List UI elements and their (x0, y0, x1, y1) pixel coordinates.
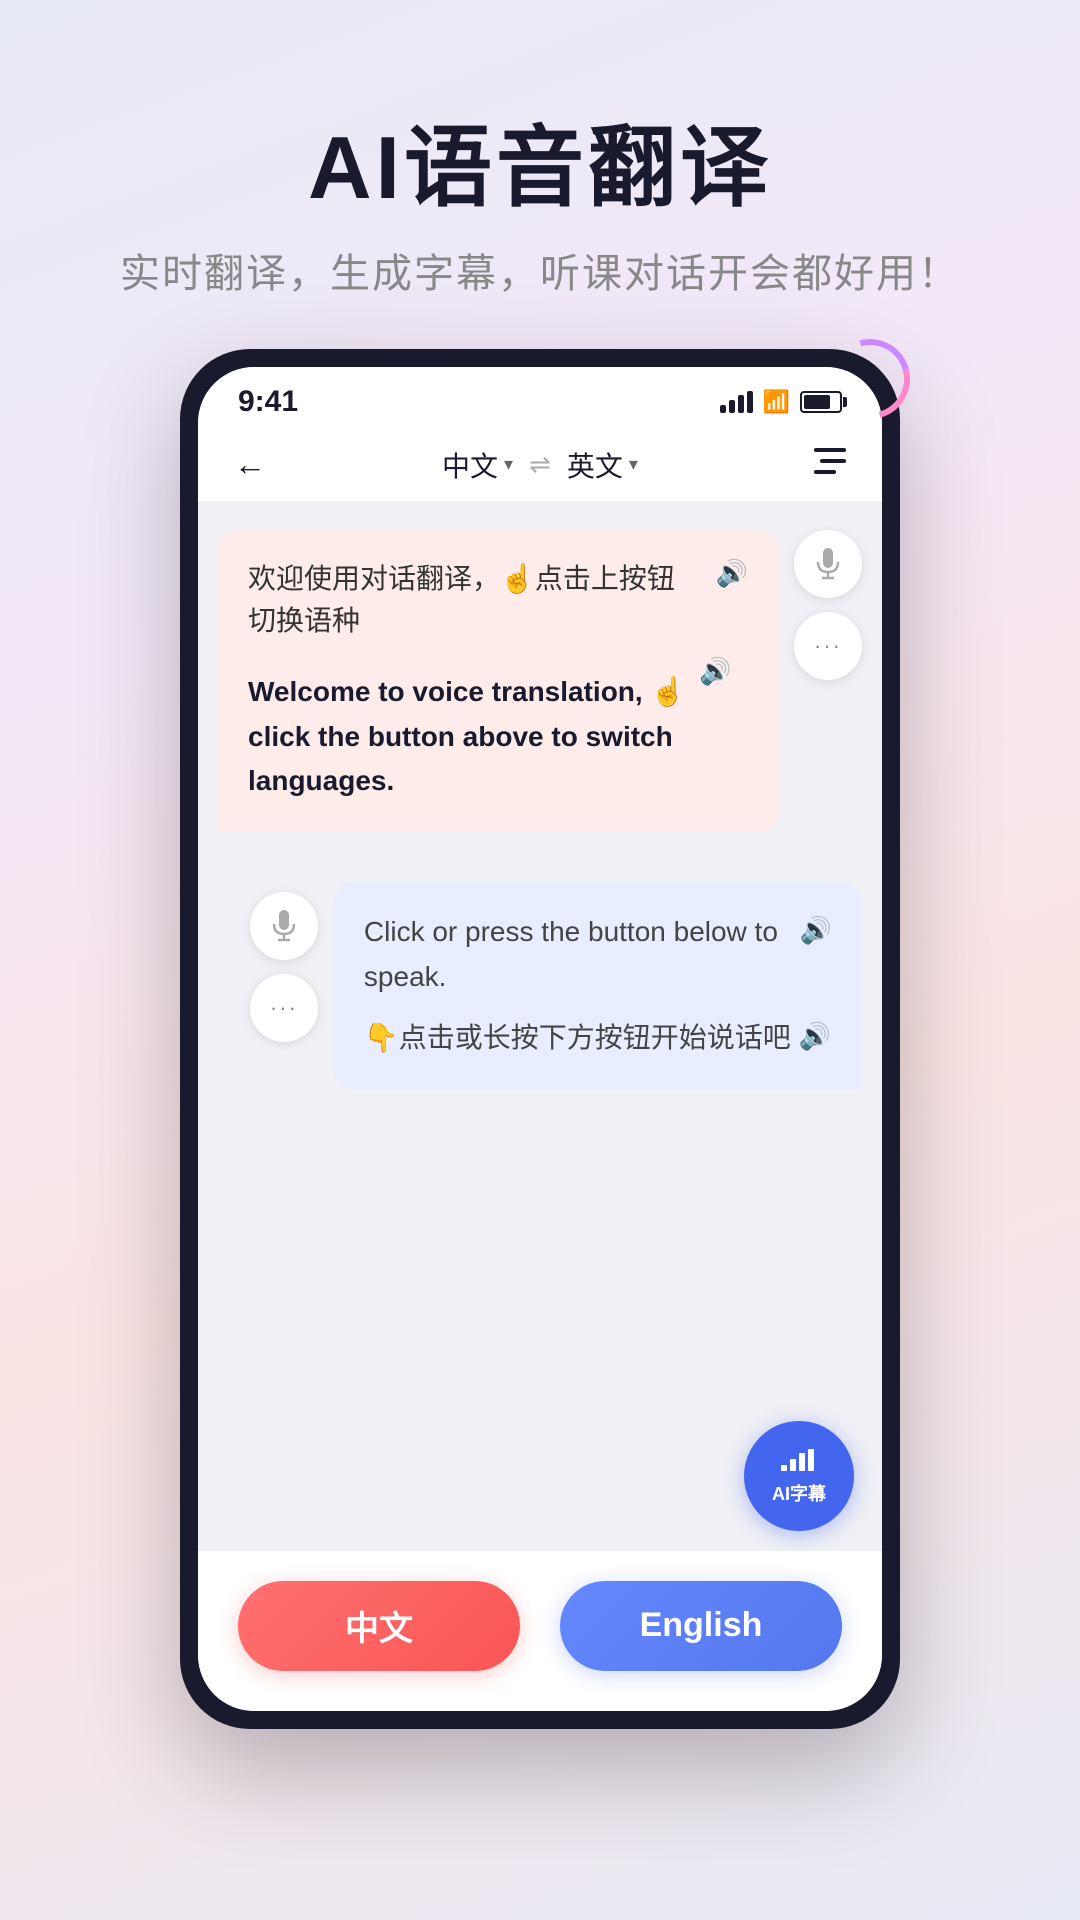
main-title: AI语音翻译 (120, 120, 960, 217)
settings-button[interactable] (814, 448, 846, 481)
side-buttons-right: ··· (794, 530, 862, 680)
bubble-text-en: Welcome to voice translation, ☝click the… (248, 670, 685, 804)
lang-right-arrow: ▾ (629, 454, 638, 475)
chinese-speak-button[interactable]: 中文 (238, 1581, 520, 1671)
status-icons: 📶 (720, 389, 842, 415)
battery-icon (800, 391, 842, 413)
sound-icon-left[interactable]: 🔊 (716, 558, 748, 589)
subtitle: 实时翻译，生成字幕，听课对话开会都好用！ (120, 241, 960, 299)
ai-caption-icon (781, 1446, 817, 1478)
back-button[interactable]: ← (234, 446, 266, 483)
lang-right-button[interactable]: 英文 ▾ (567, 445, 638, 485)
nav-bar: ← 中文 ▾ ⇌ 英文 ▾ (198, 429, 882, 502)
mic-button-left[interactable] (250, 892, 318, 960)
mic-button-right[interactable] (794, 530, 862, 598)
side-buttons-left: ··· (250, 892, 318, 1042)
bottom-buttons: 中文 English (198, 1551, 882, 1711)
sound-icon-left-en[interactable]: 🔊 (699, 656, 731, 687)
more-button-right[interactable]: ··· (794, 612, 862, 680)
bubble-left: 欢迎使用对话翻译，☝点击上按钮切换语种 🔊 Welcome to voice t… (218, 530, 778, 832)
bubble-text-right-en: Click or press the button below to speak… (364, 910, 832, 1000)
more-button-left[interactable]: ··· (250, 974, 318, 1042)
page-wrapper: AI语音翻译 实时翻译，生成字幕，听课对话开会都好用！ 9:41 📶 (0, 0, 1080, 1920)
nav-langs: 中文 ▾ ⇌ 英文 ▾ (442, 445, 638, 485)
header: AI语音翻译 实时翻译，生成字幕，听课对话开会都好用！ (120, 0, 960, 339)
status-time: 9:41 (238, 385, 298, 419)
bubble-text-right-cn: 👇点击或长按下方按钮开始说话吧 🔊 (364, 1016, 832, 1061)
bubble-right-wrapper: ··· Click or press the button below to s… (218, 882, 862, 1088)
swap-button[interactable]: ⇌ (529, 449, 551, 480)
lang-left-button[interactable]: 中文 ▾ (442, 445, 513, 485)
ai-caption-label: AI字幕 (772, 1480, 826, 1506)
signal-icon (720, 391, 753, 413)
lang-left-arrow: ▾ (504, 454, 513, 475)
ai-caption-button[interactable]: AI字幕 (744, 1421, 854, 1531)
bubble-right: Click or press the button below to speak… (334, 882, 862, 1088)
status-bar: 9:41 📶 (198, 367, 882, 429)
english-speak-button[interactable]: English (560, 1581, 842, 1671)
wifi-icon: 📶 (763, 389, 790, 415)
phone-screen: 9:41 📶 ← (198, 367, 882, 1711)
bubble-text-cn: 欢迎使用对话翻译，☝点击上按钮切换语种 (248, 558, 702, 642)
sound-icon-right-en[interactable]: 🔊 (800, 910, 832, 952)
sound-icon-right-cn[interactable]: 🔊 (799, 1016, 831, 1058)
phone-mockup: 9:41 📶 ← (180, 349, 900, 1729)
chat-area: 欢迎使用对话翻译，☝点击上按钮切换语种 🔊 Welcome to voice t… (198, 502, 882, 1551)
